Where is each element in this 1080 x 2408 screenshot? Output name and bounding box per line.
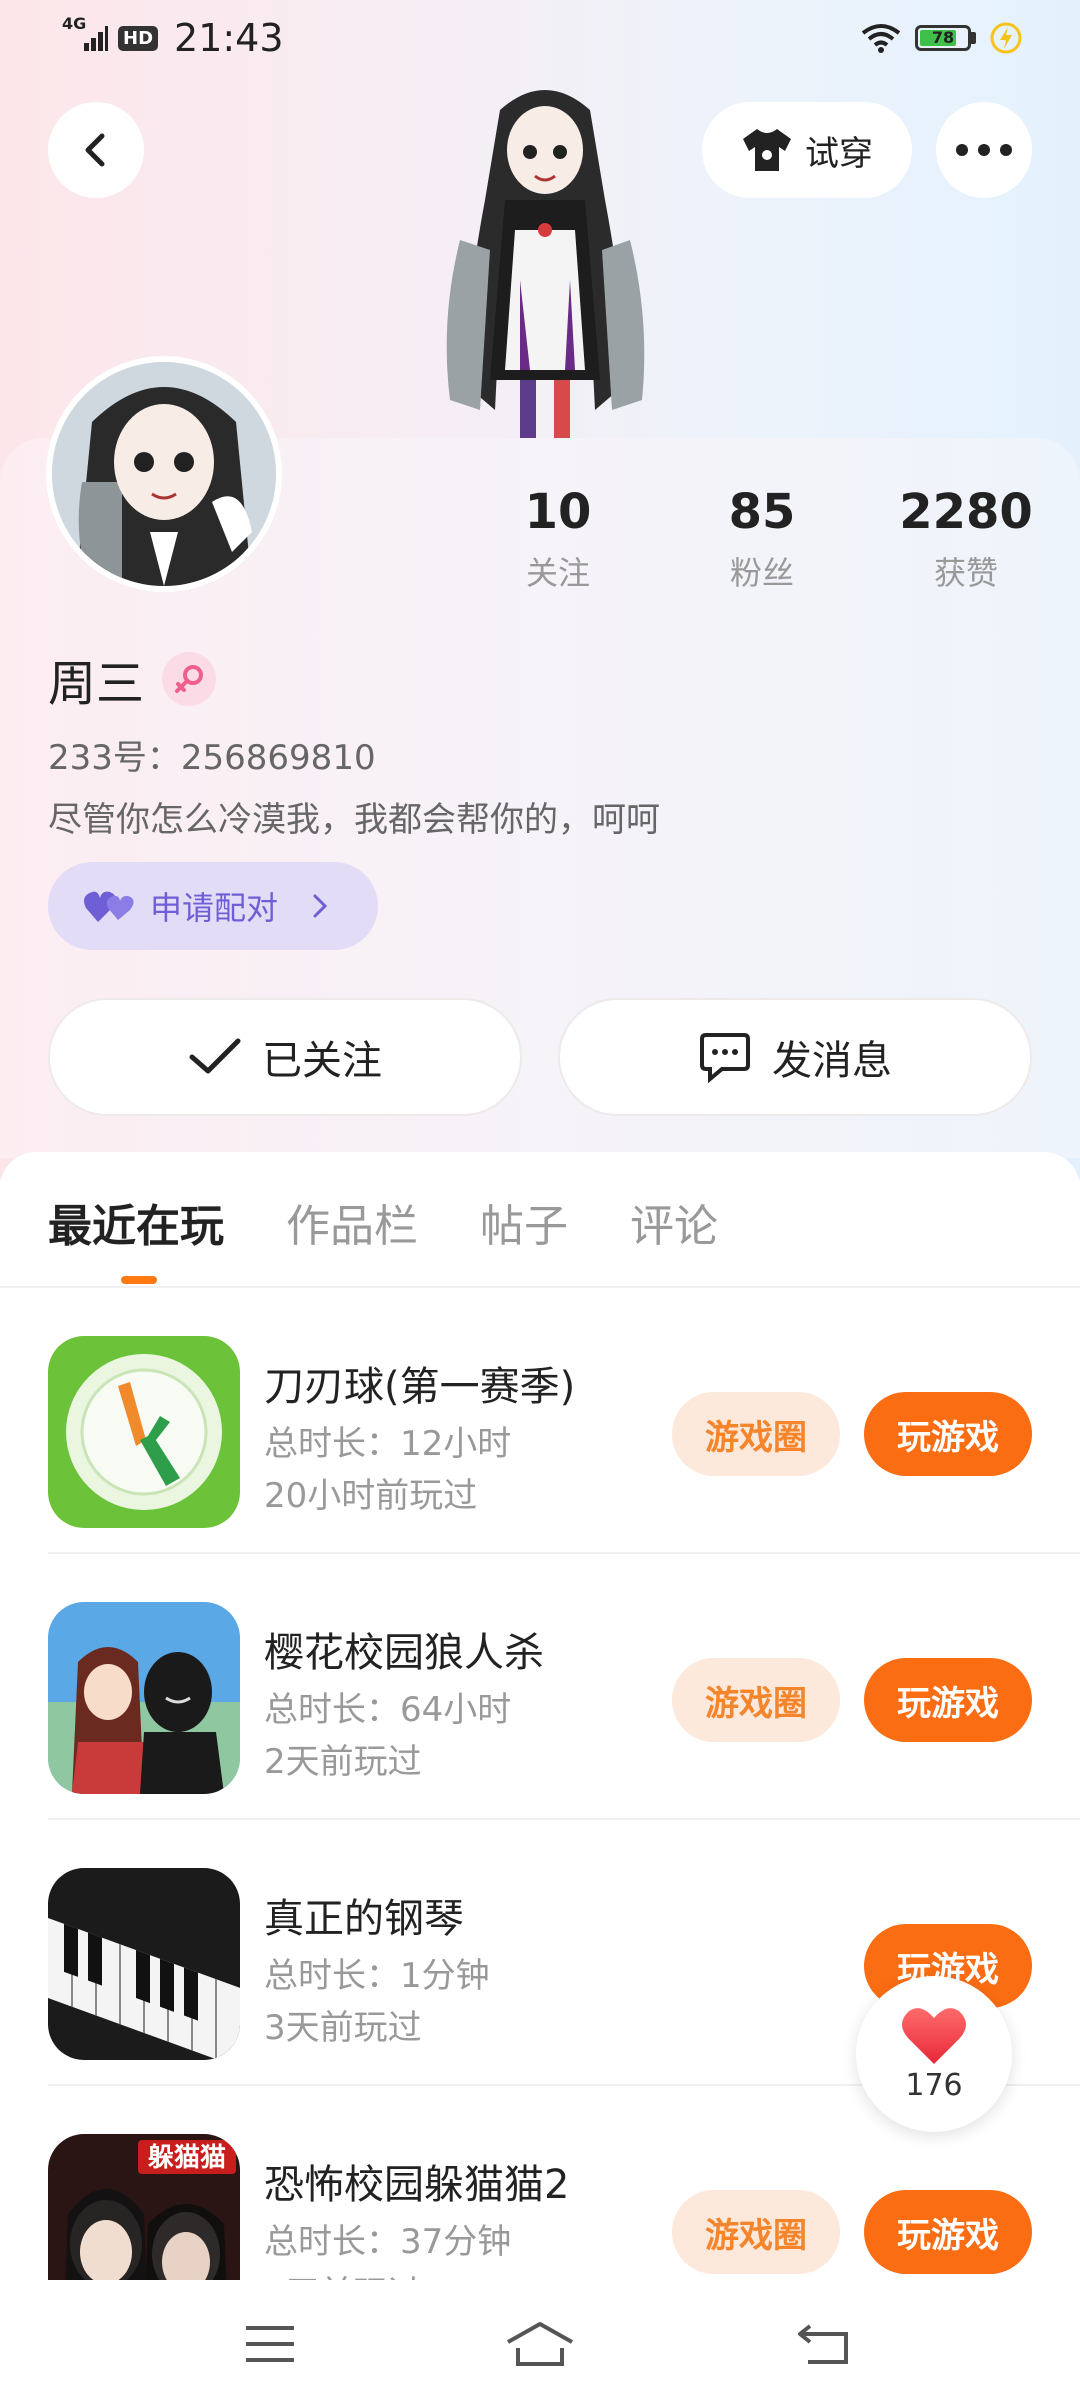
request-pair-button[interactable]: 申请配对	[48, 862, 378, 950]
followers-count: 85	[728, 484, 796, 540]
menu-icon	[246, 2326, 294, 2362]
heart-icon	[902, 2007, 966, 2064]
nav-back-button[interactable]	[784, 2312, 864, 2376]
game-last-played: 3天前玩过	[264, 2266, 422, 2280]
game-circle-button[interactable]: 游戏圈	[672, 1658, 840, 1742]
checkmark-icon	[189, 1038, 241, 1074]
request-pair-label: 申请配对	[150, 889, 279, 927]
gender-badge	[162, 652, 217, 706]
likes-count: 2280	[899, 484, 1033, 540]
following-count: 10	[524, 484, 592, 540]
more-icon	[956, 144, 1012, 156]
system-nav-bar	[0, 2282, 1080, 2408]
shirt-icon	[743, 129, 791, 171]
female-icon	[175, 665, 204, 693]
wifi-icon	[861, 24, 901, 53]
send-message-label: 发消息	[772, 1038, 892, 1084]
game-icon[interactable]: 躲猫猫	[48, 2134, 240, 2280]
user-id: 233号：256869810	[48, 738, 376, 778]
game-duration: 总时长：37分钟	[264, 2222, 512, 2262]
following-button[interactable]: 已关注	[48, 998, 522, 1116]
hd-badge: HD	[118, 25, 159, 51]
network-type: 4G	[62, 14, 87, 33]
name-row: 周三	[48, 644, 217, 714]
avatar-image	[52, 362, 276, 586]
more-button[interactable]	[936, 102, 1032, 198]
following-button-label: 已关注	[262, 1038, 382, 1084]
user-name: 周三	[48, 656, 145, 712]
game-duration: 总时长：12小时	[264, 1424, 512, 1464]
play-game-button[interactable]: 玩游戏	[864, 1658, 1032, 1742]
tab-recent-games[interactable]: 最近在玩	[48, 1190, 224, 1254]
tab-posts[interactable]: 帖子	[480, 1190, 568, 1254]
game-icon[interactable]	[48, 1336, 240, 1528]
game-duration: 总时长：64小时	[264, 1690, 512, 1730]
game-title: 恐怖校园躲猫猫2	[264, 2162, 570, 2208]
hide-and-seek-game-icon: 躲猫猫	[48, 2134, 240, 2280]
nav-home-button[interactable]	[500, 2312, 580, 2376]
followers-stat[interactable]: 85 粉丝	[662, 484, 862, 594]
recent-games-list: 刀刃球(第一赛季) 总时长：12小时 20小时前玩过 游戏圈 玩游戏 樱花校园狼…	[0, 1288, 1080, 2280]
tab-works[interactable]: 作品栏	[286, 1190, 418, 1254]
hearts-icon	[84, 891, 134, 922]
game-title: 真正的钢琴	[264, 1896, 464, 1942]
character-showcase-image	[446, 90, 645, 440]
active-tab-indicator	[121, 1276, 157, 1284]
play-game-button[interactable]: 玩游戏	[864, 2190, 1032, 2274]
status-right: 78	[861, 22, 1022, 54]
blade-ball-game-icon	[48, 1336, 240, 1528]
game-row[interactable]: 樱花校园狼人杀 总时长：64小时 2天前玩过 游戏圈 玩游戏	[0, 1554, 1080, 1820]
back-button[interactable]	[48, 102, 144, 198]
clock: 21:43	[174, 16, 284, 60]
game-icon[interactable]	[48, 1602, 240, 1794]
nav-menu-button[interactable]	[230, 2312, 310, 2376]
user-bio: 尽管你怎么冷漠我，我都会帮你的，呵呵	[48, 800, 660, 840]
status-left: 4G HD 21:43	[62, 14, 284, 61]
like-count: 176	[905, 2067, 963, 2103]
game-title: 樱花校园狼人杀	[264, 1630, 544, 1676]
game-last-played: 20小时前玩过	[264, 1476, 478, 1516]
charging-icon	[990, 22, 1022, 54]
game-circle-button[interactable]: 游戏圈	[672, 1392, 840, 1476]
game-circle-button[interactable]: 游戏圈	[672, 2190, 840, 2274]
battery-tip	[971, 32, 976, 44]
sakura-school-game-icon	[48, 1602, 240, 1794]
game-duration: 总时长：1分钟	[264, 1956, 490, 1996]
piano-game-icon	[48, 1868, 240, 2060]
game-icon-caption: 躲猫猫	[148, 2143, 226, 2173]
likes-stat[interactable]: 2280 获赞	[866, 484, 1066, 594]
try-on-label: 试穿	[805, 133, 873, 174]
status-bar: 4G HD 21:43 78	[0, 0, 1080, 80]
play-game-button[interactable]: 玩游戏	[864, 1392, 1032, 1476]
send-message-button[interactable]: 发消息	[558, 998, 1032, 1116]
game-row[interactable]: 刀刃球(第一赛季) 总时长：12小时 20小时前玩过 游戏圈 玩游戏	[0, 1288, 1080, 1554]
like-button[interactable]: 176	[856, 1976, 1012, 2132]
likes-label: 获赞	[933, 554, 998, 592]
game-last-played: 3天前玩过	[264, 2008, 422, 2048]
home-icon	[507, 2322, 573, 2366]
chevron-right-icon	[313, 894, 328, 918]
game-icon[interactable]	[48, 1868, 240, 2060]
battery-icon: 78	[915, 25, 971, 51]
avatar[interactable]	[46, 356, 282, 592]
game-last-played: 2天前玩过	[264, 1742, 422, 1782]
tab-comments[interactable]: 评论	[630, 1190, 718, 1254]
back-icon	[85, 133, 105, 167]
following-label: 关注	[525, 554, 590, 592]
battery-level: 78	[931, 28, 955, 47]
profile-tabs: 最近在玩 作品栏 帖子 评论	[48, 1190, 718, 1254]
try-on-button[interactable]: 试穿	[702, 102, 912, 198]
message-icon	[700, 1033, 750, 1083]
following-stat[interactable]: 10 关注	[458, 484, 658, 594]
return-icon	[798, 2324, 848, 2364]
followers-label: 粉丝	[729, 554, 794, 592]
game-title: 刀刃球(第一赛季)	[264, 1364, 576, 1410]
